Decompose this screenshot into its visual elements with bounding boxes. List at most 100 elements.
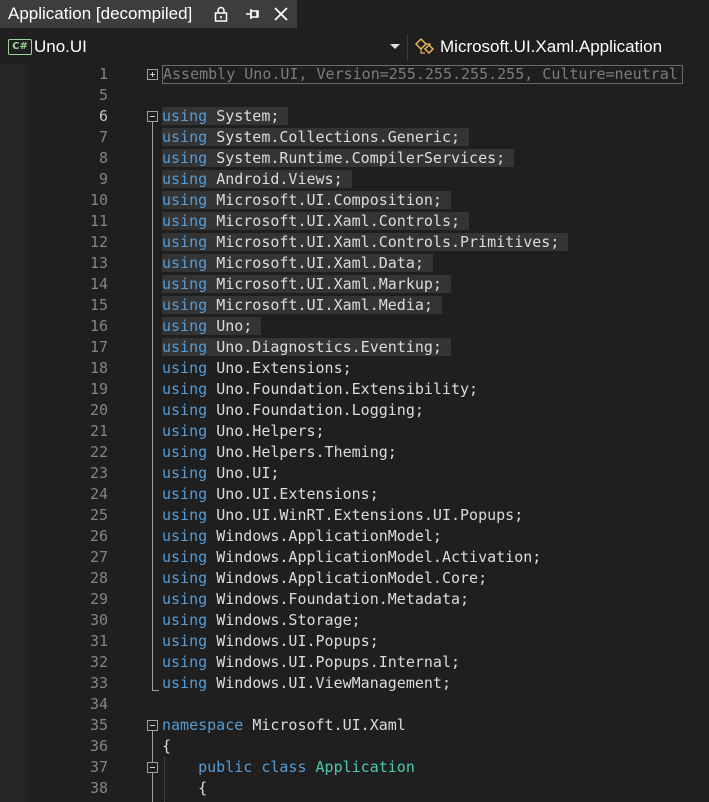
- namespace-name: Uno.Extensions;: [216, 359, 352, 377]
- using-keyword: using: [162, 653, 208, 671]
- using-directive-line[interactable]: using Windows.Foundation.Metadata;: [162, 589, 478, 610]
- line-number: 5: [98, 86, 108, 104]
- using-keyword: using: [162, 296, 208, 314]
- using-directive-line[interactable]: using Uno.Diagnostics.Eventing;: [162, 337, 451, 358]
- line-number: 24: [89, 485, 108, 503]
- line-number: 7: [98, 128, 108, 146]
- using-directive-line[interactable]: using Windows.ApplicationModel.Activatio…: [162, 547, 550, 568]
- using-directive-line[interactable]: using Uno.UI.WinRT.Extensions.UI.Popups;: [162, 505, 532, 526]
- line-number: 9: [98, 170, 108, 188]
- using-directive: using Microsoft.UI.Xaml.Controls;: [162, 212, 470, 230]
- using-directive-line[interactable]: using Microsoft.UI.Xaml.Controls.Primiti…: [162, 232, 569, 253]
- line-number: 22: [89, 443, 108, 461]
- using-directive-line[interactable]: using Windows.UI.Popups.Internal;: [162, 652, 469, 673]
- using-directive-line[interactable]: using Android.Views;: [162, 169, 352, 190]
- lock-icon: [214, 6, 228, 22]
- collapsed-region-text[interactable]: Assembly Uno.UI, Version=255.255.255.255…: [162, 65, 683, 84]
- using-directive-line[interactable]: using Windows.UI.ViewManagement;: [162, 673, 460, 694]
- namespace-name: Microsoft.UI.Xaml.Markup;: [216, 275, 442, 293]
- using-directive-line[interactable]: using Uno.Helpers.Theming;: [162, 442, 406, 463]
- using-directive: using Uno.Extensions;: [162, 359, 361, 377]
- using-directive-line[interactable]: using Uno.Foundation.Extensibility;: [162, 379, 487, 400]
- using-directive: using Microsoft.UI.Xaml.Markup;: [162, 275, 451, 293]
- navigation-bar: C# Uno.UI Microsoft.UI.Xaml.Application: [0, 32, 709, 62]
- using-keyword: using: [162, 422, 208, 440]
- navbar-separator: [407, 34, 408, 60]
- namespace-name: Windows.ApplicationModel;: [216, 527, 442, 545]
- using-directive-line[interactable]: using Uno.Extensions;: [162, 358, 361, 379]
- close-icon[interactable]: [272, 5, 290, 23]
- using-directive-line[interactable]: using Microsoft.UI.Composition;: [162, 190, 451, 211]
- using-directive-line[interactable]: using Windows.UI.Popups;: [162, 631, 388, 652]
- tab-title: Application [decompiled]: [8, 4, 193, 23]
- namespace-name: Uno.Foundation.Extensibility;: [216, 380, 479, 398]
- open-brace: {: [162, 737, 172, 755]
- using-directive-line[interactable]: using Uno;: [162, 316, 262, 337]
- class-open-brace-line[interactable]: {: [162, 778, 207, 799]
- using-directive: using Uno.UI;: [162, 464, 288, 482]
- namespace-name: Windows.UI.ViewManagement;: [216, 674, 451, 692]
- using-directive-line[interactable]: using Uno.UI.Extensions;: [162, 484, 388, 505]
- using-directive-line[interactable]: using Microsoft.UI.Xaml.Controls;: [162, 211, 470, 232]
- using-directive: using Uno.Foundation.Logging;: [162, 401, 433, 419]
- line-number: 34: [89, 695, 108, 713]
- indicator-margin: [0, 64, 26, 802]
- namespace-name: Microsoft.UI.Xaml.Media;: [216, 296, 433, 314]
- pin-icon[interactable]: [244, 5, 262, 23]
- namespace-open-brace-line[interactable]: {: [162, 736, 171, 757]
- chevron-down-icon: [390, 44, 400, 49]
- namespace-declaration-line[interactable]: namespace Microsoft.UI.Xaml: [162, 715, 406, 736]
- using-directive-line[interactable]: using Microsoft.UI.Xaml.Media;: [162, 295, 442, 316]
- using-directive-line[interactable]: using Windows.ApplicationModel;: [162, 526, 451, 547]
- using-directive: using Windows.ApplicationModel.Activatio…: [162, 548, 550, 566]
- usings-outline-line: [152, 122, 153, 690]
- project-label: Uno.UI: [34, 37, 87, 56]
- collapse-class-icon[interactable]: [147, 762, 158, 773]
- class-open-brace: {: [198, 779, 208, 797]
- using-keyword: using: [162, 464, 208, 482]
- using-keyword: using: [162, 275, 208, 293]
- namespace-name: Android.Views;: [216, 170, 343, 188]
- using-directive: using Windows.Storage;: [162, 611, 370, 629]
- using-directive: using Windows.Foundation.Metadata;: [162, 590, 478, 608]
- line-number: 1: [98, 65, 108, 83]
- using-directive-line[interactable]: using System.Runtime.CompilerServices;: [162, 148, 515, 169]
- using-keyword: using: [162, 548, 208, 566]
- line-number: 32: [89, 653, 108, 671]
- namespace-name: Uno.UI;: [216, 464, 280, 482]
- using-directive-line[interactable]: using Microsoft.UI.Xaml.Data;: [162, 253, 433, 274]
- using-directive-line[interactable]: using System;: [162, 106, 289, 127]
- collapse-usings-icon[interactable]: [147, 111, 158, 122]
- line-number: 28: [89, 569, 108, 587]
- using-directive-line[interactable]: using Windows.Storage;: [162, 610, 370, 631]
- using-directive-line[interactable]: using Uno.UI;: [162, 463, 288, 484]
- line-number: 26: [89, 527, 108, 545]
- using-directive: using Uno.Helpers.Theming;: [162, 443, 406, 461]
- namespace-keyword: namespace: [162, 716, 244, 734]
- class-declaration-line[interactable]: public class Application: [162, 757, 415, 778]
- using-directive-line[interactable]: using Uno.Helpers;: [162, 421, 334, 442]
- using-keyword: using: [162, 128, 208, 146]
- collapsed-region-line[interactable]: Assembly Uno.UI, Version=255.255.255.255…: [162, 64, 683, 85]
- using-directive-line[interactable]: using System.Collections.Generic;: [162, 127, 470, 148]
- line-number: 10: [89, 191, 108, 209]
- code-editor[interactable]: 1 5 6 7 8 9 10 11 12 13 14 15 16 17 18 19 20 21 22 23 24 25 26…: [0, 64, 709, 802]
- namespace-name: Microsoft.UI.Xaml.Controls;: [216, 212, 461, 230]
- using-keyword: using: [162, 485, 208, 503]
- project-dropdown[interactable]: C# Uno.UI: [4, 33, 406, 61]
- using-directive-line[interactable]: using Windows.ApplicationModel.Core;: [162, 568, 496, 589]
- document-tab[interactable]: Application [decompiled]: [0, 0, 297, 28]
- using-keyword: using: [162, 401, 208, 419]
- using-directive: using Microsoft.UI.Xaml.Data;: [162, 254, 433, 272]
- using-directive-line[interactable]: using Uno.Foundation.Logging;: [162, 400, 433, 421]
- using-keyword: using: [162, 212, 208, 230]
- namespace-name: Windows.ApplicationModel.Activation;: [216, 548, 542, 566]
- using-directive: using Windows.UI.Popups.Internal;: [162, 653, 469, 671]
- type-dropdown[interactable]: Microsoft.UI.Xaml.Application: [410, 33, 709, 61]
- line-number: 30: [89, 611, 108, 629]
- using-keyword: using: [162, 170, 208, 188]
- using-directive-line[interactable]: using Microsoft.UI.Xaml.Markup;: [162, 274, 451, 295]
- collapse-namespace-icon[interactable]: [147, 720, 158, 731]
- namespace-identifier: Microsoft.UI.Xaml: [252, 716, 406, 734]
- expand-region-icon[interactable]: [147, 69, 158, 80]
